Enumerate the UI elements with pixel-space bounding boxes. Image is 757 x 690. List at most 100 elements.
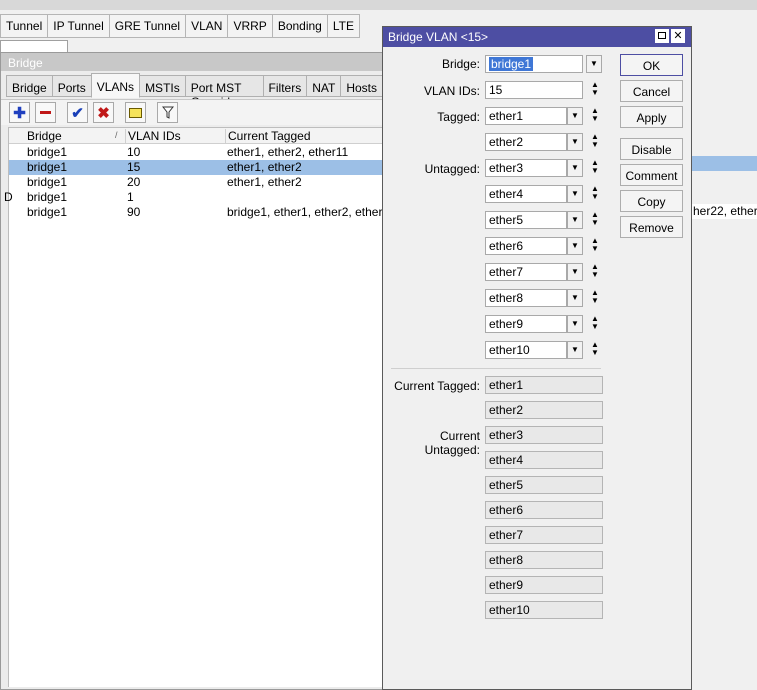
untagged-dropdown-button[interactable]: ▼ [567,185,583,203]
tab-hosts[interactable]: Hosts [340,75,383,97]
tagged-select[interactable]: ether2 [485,133,567,151]
tagged-updown[interactable]: ▲ ▼ [590,133,600,151]
col-current-tagged[interactable]: Current Tagged [225,129,385,143]
table-row-selected[interactable]: bridge1 15 ether1, ether2 [9,160,385,175]
interface-tabs: Tunnel IP Tunnel GRE Tunnel VLAN VRRP Bo… [0,14,360,38]
untagged-dropdown-button[interactable]: ▼ [567,263,583,281]
table-row[interactable]: bridge1 10 ether1, ether2, ether11 [9,145,385,160]
bridge-tabs: Bridge Ports VLANs MSTIs Port MST Overri… [6,73,383,109]
x-icon: ✖ [97,104,110,122]
tab-mstis[interactable]: MSTIs [139,75,186,97]
ok-button[interactable]: OK [620,54,683,76]
sort-icon: / [115,130,118,140]
tab-bridge[interactable]: Bridge [6,75,53,97]
enable-button[interactable]: ✔ [67,102,88,123]
chevron-down-icon: ▼ [571,189,579,198]
untagged-dropdown-button[interactable]: ▼ [567,237,583,255]
untagged-select[interactable]: ether7 [485,263,567,281]
untagged-dropdown-button[interactable]: ▼ [567,341,583,359]
remove-button[interactable]: Remove [620,216,683,238]
disable-button[interactable]: ✖ [93,102,114,123]
disable-button[interactable]: Disable [620,138,683,160]
tab-ports[interactable]: Ports [51,75,92,97]
filter-button[interactable] [157,102,178,123]
chevron-down-icon: ▼ [571,293,579,302]
untagged-dropdown-button[interactable]: ▼ [567,211,583,229]
current-untagged-value: ether10 [485,601,603,619]
current-untagged-value: ether5 [485,476,603,494]
tab-filters[interactable]: Filters [262,75,308,97]
untagged-select[interactable]: ether8 [485,289,567,307]
copy-button[interactable]: Copy [620,190,683,212]
untagged-select[interactable]: ether5 [485,211,567,229]
cell-vlan-ids: 1 [127,190,134,204]
tab-vlans[interactable]: VLANs [90,73,141,98]
dialog-titlebar[interactable]: Bridge VLAN <15> ✕ [383,27,691,47]
untagged-dropdown-button[interactable]: ▼ [567,315,583,333]
untagged-updown[interactable]: ▲ ▼ [590,159,600,177]
tab-lte[interactable]: LTE [326,14,360,38]
updown-icon: ▲ ▼ [591,80,599,97]
untagged-updown[interactable]: ▲ ▼ [590,315,600,333]
untagged-updown[interactable]: ▲ ▼ [590,263,600,281]
maximize-button[interactable] [655,29,669,43]
cell-vlan-ids: 90 [127,205,141,219]
untagged-updown[interactable]: ▲ ▼ [590,185,600,203]
current-untagged-value: ether6 [485,501,603,519]
tagged-select[interactable]: ether1 [485,107,567,125]
vlan-toolbar: ✚ ✔ ✖ [1,99,384,125]
untagged-updown[interactable]: ▲ ▼ [590,341,600,359]
untagged-dropdown-button[interactable]: ▼ [567,289,583,307]
current-tagged-value: ether2 [485,401,603,419]
tab-port-mst-overrides[interactable]: Port MST Overrides [184,75,264,109]
table-row[interactable]: bridge1 20 ether1, ether2 [9,175,385,190]
add-button[interactable]: ✚ [9,102,30,123]
comment-button[interactable]: Comment [620,164,683,186]
apply-button[interactable]: Apply [620,106,683,128]
updown-icon: ▲ ▼ [591,262,599,279]
cell-bridge: bridge1 [27,160,68,174]
row-flag: D [4,190,13,204]
tagged-dropdown-button[interactable]: ▼ [567,133,583,151]
tab-gre-tunnel[interactable]: GRE Tunnel [108,14,187,38]
tab-vrrp[interactable]: VRRP [227,14,273,38]
tagged-updown[interactable]: ▲ ▼ [590,107,600,125]
untagged-select[interactable]: ether4 [485,185,567,203]
bridge-dropdown-button[interactable]: ▼ [586,55,602,73]
vlan-ids-input[interactable]: 15 [485,81,583,99]
remove-button[interactable] [35,102,56,123]
tagged-dropdown-button[interactable]: ▼ [567,107,583,125]
tab-nat[interactable]: NAT [306,75,342,97]
cancel-button[interactable]: Cancel [620,80,683,102]
table-row[interactable]: bridge1 90 bridge1, ether1, ether2, ethe… [9,205,385,220]
updown-icon: ▲ ▼ [591,314,599,331]
untagged-select[interactable]: ether3 [485,159,567,177]
col-bridge[interactable]: Bridge [27,129,122,143]
current-tagged-value: ether1 [485,376,603,394]
bridge-select[interactable]: bridge1 [485,55,583,73]
tab-vlan[interactable]: VLAN [185,14,229,38]
cell-current-tagged: ether1, ether2, ether11 [227,145,349,159]
vlan-ids-updown[interactable]: ▲ ▼ [590,81,600,99]
tab-tunnel[interactable]: Tunnel [0,14,49,38]
chevron-down-icon: ▼ [571,163,579,172]
untagged-select[interactable]: ether10 [485,341,567,359]
close-icon: ✕ [673,30,683,42]
untagged-dropdown-button[interactable]: ▼ [567,159,583,177]
check-icon: ✔ [71,104,84,122]
untagged-select[interactable]: ether6 [485,237,567,255]
untagged-updown[interactable]: ▲ ▼ [590,289,600,307]
tab-bonding[interactable]: Bonding [271,14,328,38]
untagged-updown[interactable]: ▲ ▼ [590,211,600,229]
table-row[interactable]: D bridge1 1 [4,190,385,205]
untagged-select[interactable]: ether9 [485,315,567,333]
untagged-updown[interactable]: ▲ ▼ [590,237,600,255]
current-untagged-label: Current Untagged: [424,429,480,457]
col-vlan-ids[interactable]: VLAN IDs [125,129,223,143]
tab-ip-tunnel[interactable]: IP Tunnel [47,14,110,38]
comment-button[interactable] [125,102,146,123]
close-button[interactable]: ✕ [671,29,685,43]
bridge-vlan-dialog: Bridge VLAN <15> ✕ Bridge: bridge1 ▼ VLA… [382,26,692,690]
chevron-down-icon: ▼ [571,267,579,276]
bridge-window-title[interactable]: Bridge [1,53,382,71]
